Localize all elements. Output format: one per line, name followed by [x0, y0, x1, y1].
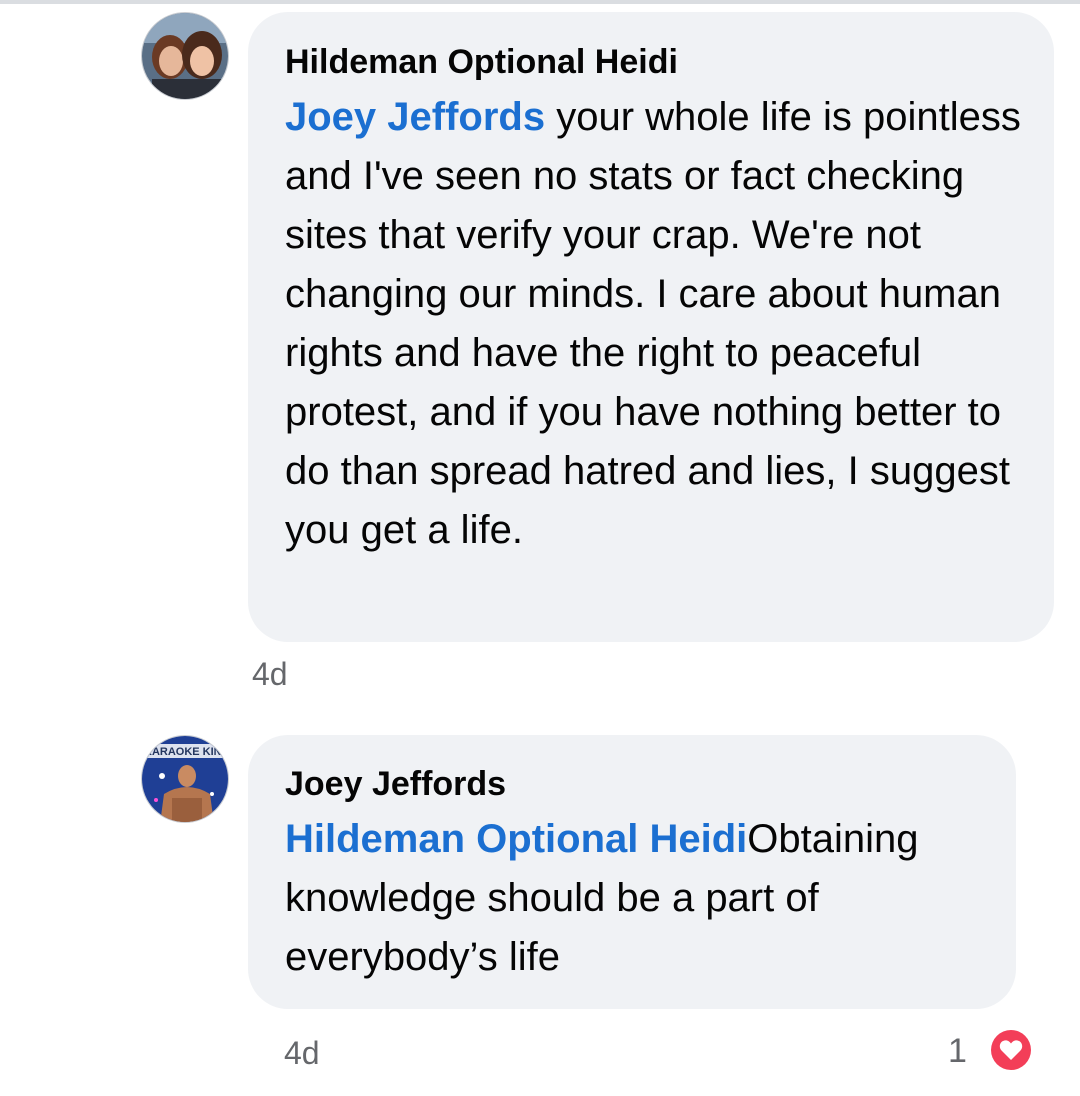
- comment-body: your whole life is pointless and I've se…: [285, 95, 1021, 552]
- profile-photo-icon: KARAOKE KIN: [142, 736, 228, 822]
- comment-text: Joey Jeffords your whole life is pointle…: [285, 88, 1025, 560]
- reaction-count[interactable]: 1: [948, 1033, 967, 1069]
- love-heart-icon[interactable]: [988, 1027, 1034, 1073]
- comment-text: Hildeman Optional HeidiObtaining knowled…: [285, 810, 995, 987]
- avatar[interactable]: KARAOKE KIN: [141, 735, 229, 823]
- heart-icon: [999, 1040, 1023, 1060]
- top-divider: [0, 0, 1080, 4]
- avatar-caption: KARAOKE KIN: [144, 746, 222, 758]
- comment-timestamp[interactable]: 4d: [252, 656, 288, 692]
- love-reaction-badge: [991, 1030, 1031, 1070]
- mention-link[interactable]: Hildeman Optional Heidi: [285, 817, 747, 861]
- comment-author[interactable]: Joey Jeffords: [285, 764, 506, 804]
- profile-photo-icon: [142, 13, 228, 99]
- comment-author[interactable]: Hildeman Optional Heidi: [285, 42, 678, 82]
- mention-link[interactable]: Joey Jeffords: [285, 95, 545, 139]
- avatar[interactable]: [141, 12, 229, 100]
- comment-timestamp[interactable]: 4d: [284, 1035, 320, 1071]
